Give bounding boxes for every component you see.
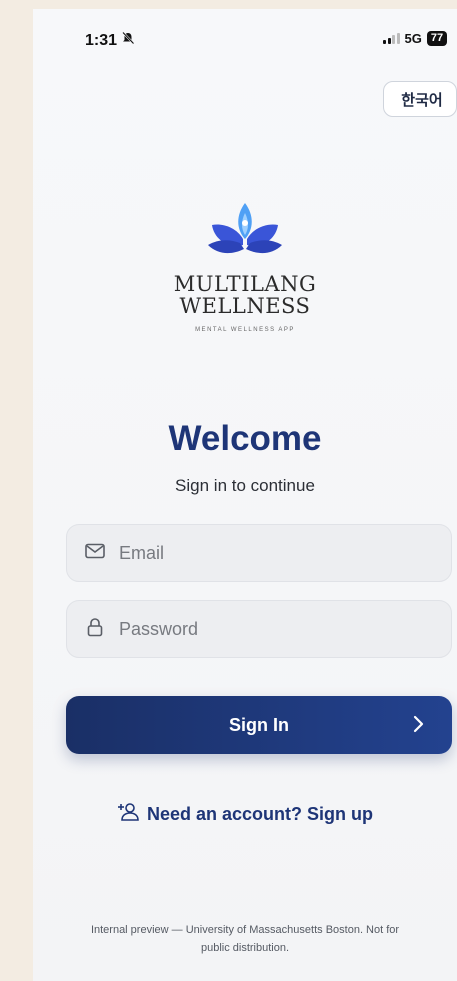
login-screen: 1:31 5G 77 한국어 MULTILANG WELLNESS MENTAL… <box>33 9 457 981</box>
password-field[interactable] <box>66 600 452 658</box>
mail-icon <box>85 543 105 564</box>
sign-in-label: Sign In <box>229 714 289 735</box>
brand-name-line1: MULTILANG <box>173 272 317 296</box>
lotus-icon <box>208 203 282 254</box>
network-label: 5G <box>404 31 422 46</box>
status-indicators: 5G 77 <box>383 31 448 46</box>
sign-up-label: Need an account? Sign up <box>146 804 374 824</box>
welcome-title: Welcome <box>168 419 322 458</box>
app-logo: MULTILANG WELLNESS MENTAL WELLNESS APP <box>33 199 457 333</box>
bell-off-icon <box>121 31 135 50</box>
brand-tagline: MENTAL WELLNESS APP <box>195 327 295 333</box>
status-time: 1:31 <box>85 31 135 50</box>
battery-icon: 77 <box>426 31 448 46</box>
lock-icon <box>85 617 105 642</box>
footer-line1: Internal preview — University of Massach… <box>90 924 400 936</box>
email-input[interactable] <box>117 541 421 565</box>
email-field[interactable] <box>66 524 452 582</box>
footer-disclaimer: Internal preview — University of Massach… <box>33 921 457 957</box>
password-input[interactable] <box>117 617 421 641</box>
signal-icon <box>383 33 400 44</box>
chevron-right-icon <box>412 713 426 740</box>
add-user-icon <box>117 802 139 827</box>
sign-in-button[interactable]: Sign In <box>66 696 452 754</box>
sign-up-link[interactable]: Need an account? Sign up <box>33 802 457 827</box>
footer-line2: public distribution. <box>200 942 290 954</box>
language-toggle-button[interactable]: 한국어 <box>383 81 457 117</box>
welcome-subtitle: Sign in to continue <box>175 476 315 495</box>
time-text: 1:31 <box>85 31 118 49</box>
brand-name-line2: WELLNESS <box>179 294 311 318</box>
